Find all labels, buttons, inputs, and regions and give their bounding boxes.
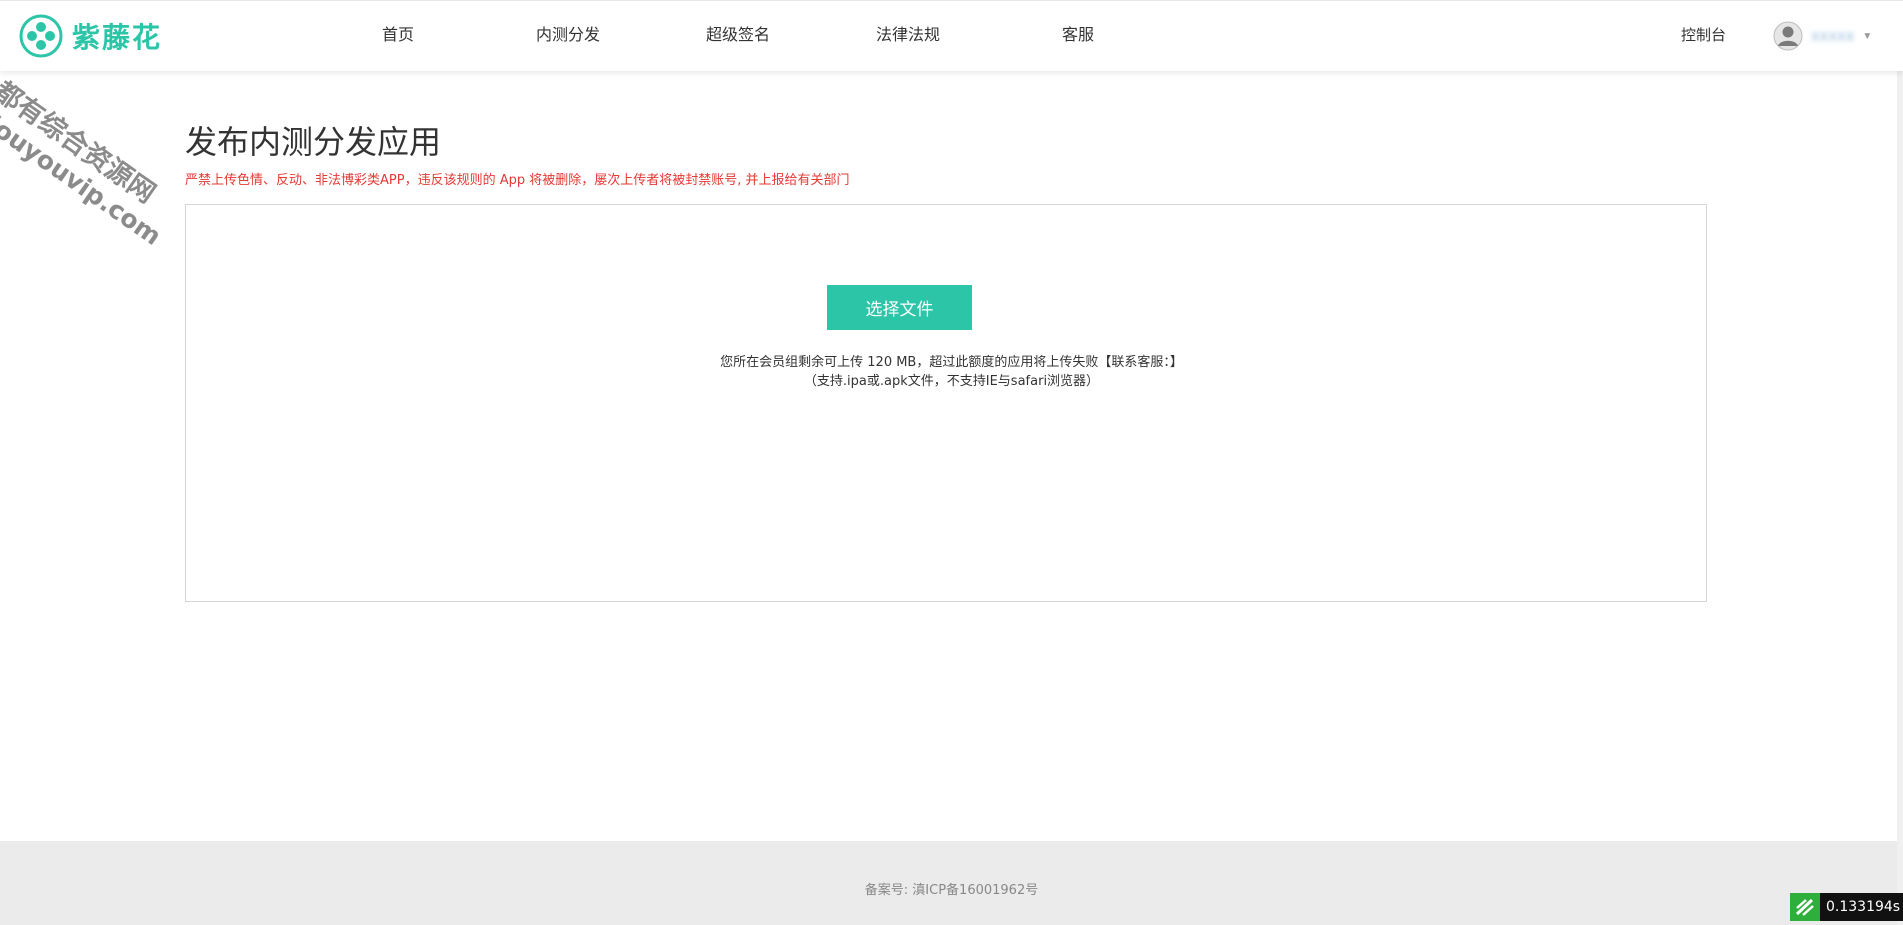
top-header: 紫藤花 首页 内测分发 超级签名 法律法规 客服 控制台 XXXXX ▼ [0,0,1903,71]
debug-timer[interactable]: 0.133194s [1790,893,1903,921]
choose-file-button[interactable]: 选择文件 [827,285,972,330]
upload-dropzone[interactable] [185,204,1707,602]
watermark: 都有综合资源网 douyouvip.com [0,70,189,251]
watermark-line2: douyouvip.com [0,104,167,252]
user-avatar-icon [1773,21,1803,51]
footer: 备案号: 滇ICP备16001962号 [0,841,1903,925]
icp-record: 备案号: 滇ICP备16001962号 [864,883,1039,898]
username: XXXXX [1811,28,1855,44]
leaf-icon [1790,893,1820,921]
chevron-down-icon: ▼ [1862,30,1873,42]
upload-warning: 严禁上传色情、反动、非法博彩类APP，违反该规则的 App 将被删除，屡次上传者… [185,173,850,188]
flower-logo-icon [19,14,63,58]
support-note: （支持.ipa或.apk文件，不支持IE与safari浏览器） [803,374,1100,389]
page-title: 发布内测分发应用 [185,123,442,161]
nav-item-laws[interactable]: 法律法规 [876,1,940,71]
nav-item-home[interactable]: 首页 [382,1,414,71]
nav-item-customer-service[interactable]: 客服 [1062,1,1094,71]
watermark-line1: 都有综合资源网 [0,75,161,210]
nav-item-beta-distribution[interactable]: 内测分发 [536,1,600,71]
quota-text: 您所在会员组剩余可上传 120 MB，超过此额度的应用将上传失败【联系客服：】 [720,355,1183,370]
console-link[interactable]: 控制台 [1681,1,1726,71]
site-logo[interactable]: 紫藤花 [18,11,162,61]
logo-text: 紫藤花 [72,21,163,54]
page-scrollbar[interactable] [1897,0,1903,925]
user-menu[interactable]: XXXXX ▼ [1773,20,1872,52]
timer-value: 0.133194s [1820,893,1903,921]
nav-item-super-signature[interactable]: 超级签名 [706,1,770,71]
